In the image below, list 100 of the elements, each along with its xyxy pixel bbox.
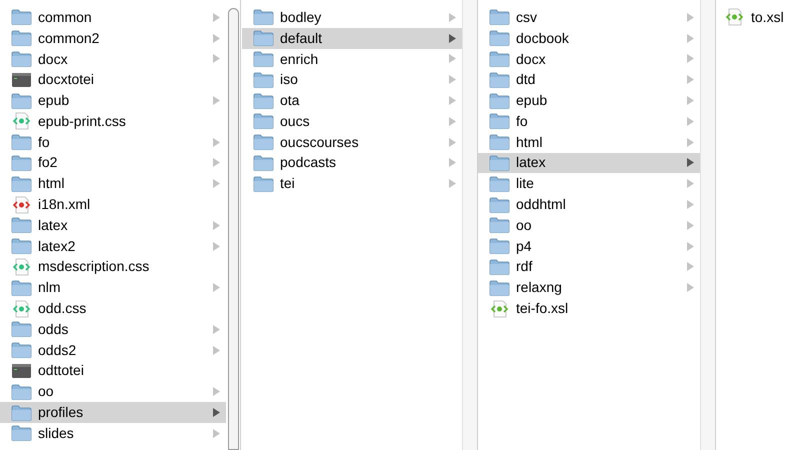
folder-icon bbox=[489, 30, 510, 46]
folder-icon bbox=[489, 176, 510, 192]
file-name: common2 bbox=[38, 28, 100, 48]
code-file-icon bbox=[724, 8, 745, 26]
disclosure-arrow-icon bbox=[213, 158, 220, 168]
folder-icon bbox=[253, 50, 274, 67]
code-file-icon bbox=[11, 258, 32, 276]
file-name: epub bbox=[516, 91, 548, 110]
file-name: profiles bbox=[38, 403, 84, 422]
disclosure-arrow-icon bbox=[213, 346, 220, 355]
disclosure-arrow-icon bbox=[213, 34, 220, 43]
terminal-icon bbox=[11, 362, 32, 379]
folder-icon bbox=[489, 50, 510, 67]
disclosure-arrow-icon bbox=[449, 54, 456, 64]
file-name: p4 bbox=[516, 236, 533, 256]
disclosure-arrow-icon bbox=[213, 12, 220, 22]
folder-icon bbox=[11, 384, 32, 400]
disclosure-arrow-icon bbox=[687, 54, 694, 64]
folder-icon bbox=[11, 342, 32, 358]
folder-icon bbox=[253, 134, 274, 150]
file-row[interactable]: profiles bbox=[0, 402, 226, 423]
folder-icon bbox=[253, 72, 274, 88]
folder-icon bbox=[489, 92, 510, 109]
disclosure-arrow-icon bbox=[213, 96, 220, 106]
file-name: odds bbox=[38, 320, 70, 339]
folder-icon bbox=[253, 92, 274, 109]
code-file-icon bbox=[489, 300, 510, 318]
file-name: enrich bbox=[280, 50, 320, 68]
folder-icon bbox=[11, 425, 32, 442]
folder-icon bbox=[253, 30, 274, 46]
disclosure-arrow-icon bbox=[687, 262, 694, 272]
file-row[interactable]: default bbox=[242, 28, 462, 49]
disclosure-arrow-icon bbox=[213, 283, 220, 292]
file-row[interactable]: enrich bbox=[242, 48, 462, 70]
file-name: docxtotei bbox=[38, 70, 96, 90]
folder-icon bbox=[11, 30, 32, 46]
disclosure-arrow-icon bbox=[449, 12, 456, 22]
code-file-icon bbox=[11, 300, 32, 318]
file-name: ota bbox=[280, 91, 300, 110]
disclosure-arrow-icon bbox=[687, 12, 694, 22]
file-name: bodley bbox=[280, 8, 322, 27]
folder-icon bbox=[11, 9, 32, 26]
disclosure-arrow-icon bbox=[213, 324, 220, 334]
folder-icon bbox=[11, 404, 32, 421]
disclosure-arrow-icon bbox=[213, 138, 220, 147]
disclosure-arrow-icon bbox=[449, 179, 456, 188]
folder-icon bbox=[489, 196, 510, 213]
disclosure-arrow-icon bbox=[213, 179, 220, 188]
folder-icon bbox=[489, 258, 510, 275]
disclosure-arrow-icon bbox=[449, 96, 456, 106]
file-row[interactable]: latex bbox=[478, 152, 700, 174]
folder-icon bbox=[253, 154, 274, 171]
disclosure-arrow-icon bbox=[213, 387, 220, 396]
file-name: relaxng bbox=[516, 278, 563, 298]
disclosure-arrow-icon bbox=[687, 138, 694, 147]
folder-icon bbox=[489, 9, 510, 26]
folder-icon bbox=[11, 176, 32, 192]
disclosure-arrow-icon bbox=[687, 179, 694, 188]
file-name: epub-print.css bbox=[38, 112, 127, 131]
file-name: epub bbox=[38, 91, 70, 110]
code-file-icon bbox=[11, 112, 32, 130]
file-name: latex2 bbox=[38, 236, 76, 256]
file-name: docbook bbox=[516, 28, 570, 48]
column-resize-handle[interactable] bbox=[700, 0, 716, 450]
file-name: odttotei bbox=[38, 361, 85, 380]
file-name: oucscourses bbox=[280, 132, 360, 152]
file-name: i18n.xml bbox=[38, 195, 92, 214]
folder-icon bbox=[489, 113, 510, 130]
file-name: dtd bbox=[516, 70, 536, 90]
disclosure-arrow-icon bbox=[687, 200, 694, 210]
disclosure-arrow-icon bbox=[687, 242, 694, 251]
file-name: odd.css bbox=[38, 299, 88, 318]
disclosure-arrow-icon bbox=[449, 158, 456, 168]
file-name: oucs bbox=[280, 112, 311, 131]
folder-icon bbox=[11, 50, 32, 67]
folder-icon bbox=[11, 134, 32, 150]
column-resize-handle[interactable] bbox=[462, 0, 478, 450]
file-name: odds2 bbox=[38, 340, 78, 360]
folder-icon bbox=[253, 176, 274, 192]
disclosure-arrow-icon bbox=[687, 34, 694, 43]
file-name: slides bbox=[38, 424, 75, 443]
folder-icon bbox=[489, 217, 510, 234]
terminal-icon bbox=[11, 72, 32, 88]
disclosure-arrow-icon bbox=[449, 116, 456, 126]
disclosure-arrow-icon bbox=[687, 116, 694, 126]
file-name: oddhtml bbox=[516, 195, 567, 214]
file-name: default bbox=[280, 28, 324, 48]
file-name: latex bbox=[516, 153, 547, 172]
file-name: rdf bbox=[516, 257, 534, 276]
file-name: csv bbox=[516, 8, 538, 27]
file-name: podcasts bbox=[280, 153, 338, 172]
disclosure-arrow-icon bbox=[213, 220, 220, 230]
file-name: msdescription.css bbox=[38, 257, 150, 276]
folder-icon bbox=[489, 238, 510, 254]
disclosure-arrow-icon bbox=[213, 54, 220, 64]
code-file-icon bbox=[11, 196, 32, 214]
file-name: latex bbox=[38, 216, 69, 235]
scrollbar[interactable] bbox=[228, 8, 239, 450]
disclosure-arrow-icon bbox=[687, 75, 694, 84]
disclosure-arrow-icon bbox=[213, 408, 220, 418]
